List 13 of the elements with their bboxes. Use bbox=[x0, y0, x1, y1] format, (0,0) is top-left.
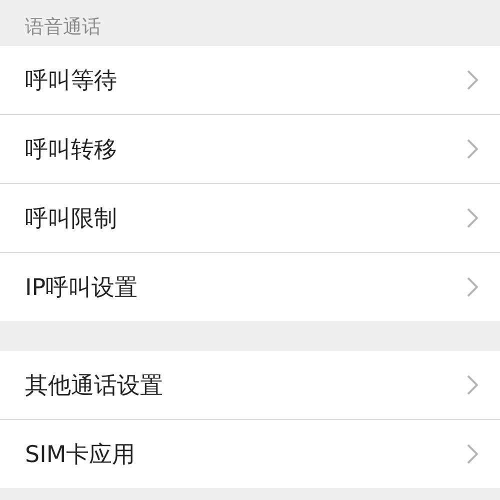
settings-item[interactable]: 呼叫等待 bbox=[0, 46, 500, 115]
chevron-icon bbox=[467, 444, 478, 464]
chevron-icon bbox=[467, 70, 478, 90]
settings-item[interactable]: 呼叫限制 bbox=[0, 184, 500, 253]
settings-item[interactable]: IP呼叫设置 bbox=[0, 253, 500, 321]
chevron-icon bbox=[467, 375, 478, 395]
chevron-icon bbox=[467, 277, 478, 297]
section-header: 语音通话 bbox=[25, 15, 101, 40]
settings-item[interactable]: 其他通话设置 bbox=[0, 351, 500, 420]
chevron-icon bbox=[467, 208, 478, 228]
chevron-icon bbox=[467, 139, 478, 159]
settings-item[interactable]: 呼叫转移 bbox=[0, 115, 500, 184]
settings-item[interactable]: SIM卡应用 bbox=[0, 420, 500, 488]
